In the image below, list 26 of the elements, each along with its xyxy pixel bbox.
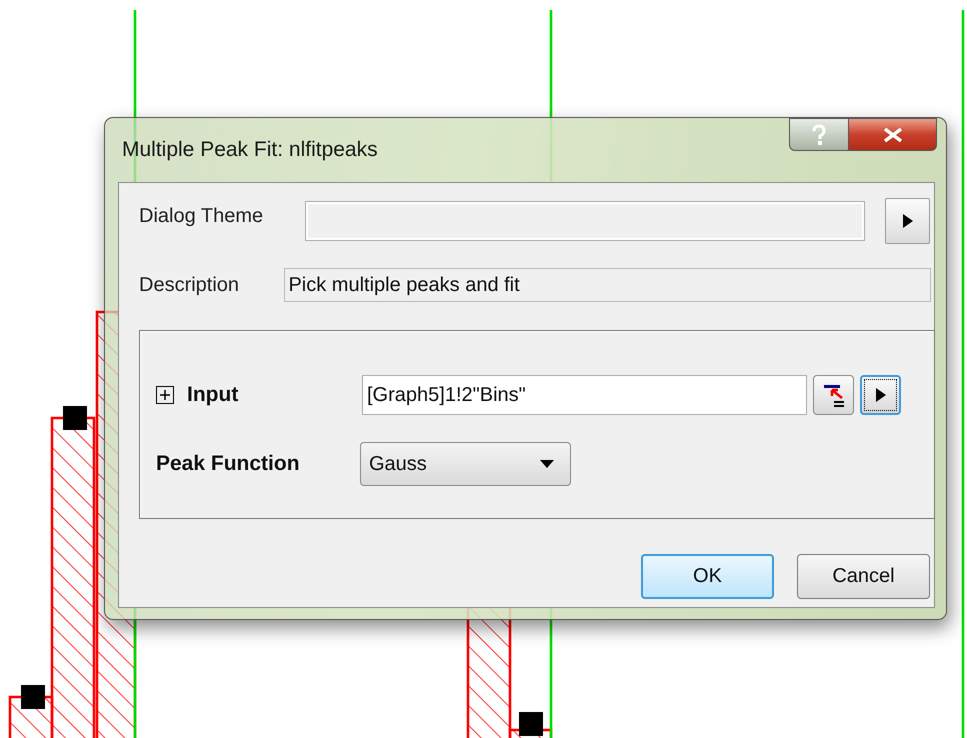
menu-arrow-button[interactable] — [860, 375, 901, 415]
ok-button[interactable]: OK — [641, 554, 774, 599]
field-label: Input — [187, 383, 238, 407]
peak-marker — [63, 406, 87, 430]
select-range-button[interactable] — [813, 375, 854, 415]
help-icon — [810, 124, 828, 146]
expand-icon[interactable] — [156, 386, 174, 404]
description-field: Pick multiple peaks and fit — [284, 268, 931, 302]
field-label: Peak Function — [156, 452, 301, 476]
window-title: Multiple Peak Fit: nlfitpeaks — [122, 138, 378, 162]
help-button[interactable] — [789, 118, 849, 151]
theme-field[interactable] — [305, 201, 865, 241]
cancel-button[interactable]: Cancel — [797, 554, 930, 599]
close-icon — [882, 126, 904, 142]
input-field[interactable]: [Graph5]1!2"Bins" — [362, 375, 807, 415]
peak-function-dropdown[interactable]: Gauss — [360, 442, 571, 486]
peak-marker — [21, 685, 45, 709]
close-button[interactable] — [849, 118, 937, 151]
field-label: Dialog Theme — [139, 205, 264, 228]
peak-marker — [519, 712, 543, 736]
range-select-icon — [822, 383, 846, 407]
play-icon — [874, 387, 886, 403]
theme-menu-button[interactable] — [885, 198, 930, 244]
play-icon — [902, 213, 914, 229]
field-label: Description — [139, 274, 240, 296]
dropdown-arrow-icon — [540, 460, 554, 468]
